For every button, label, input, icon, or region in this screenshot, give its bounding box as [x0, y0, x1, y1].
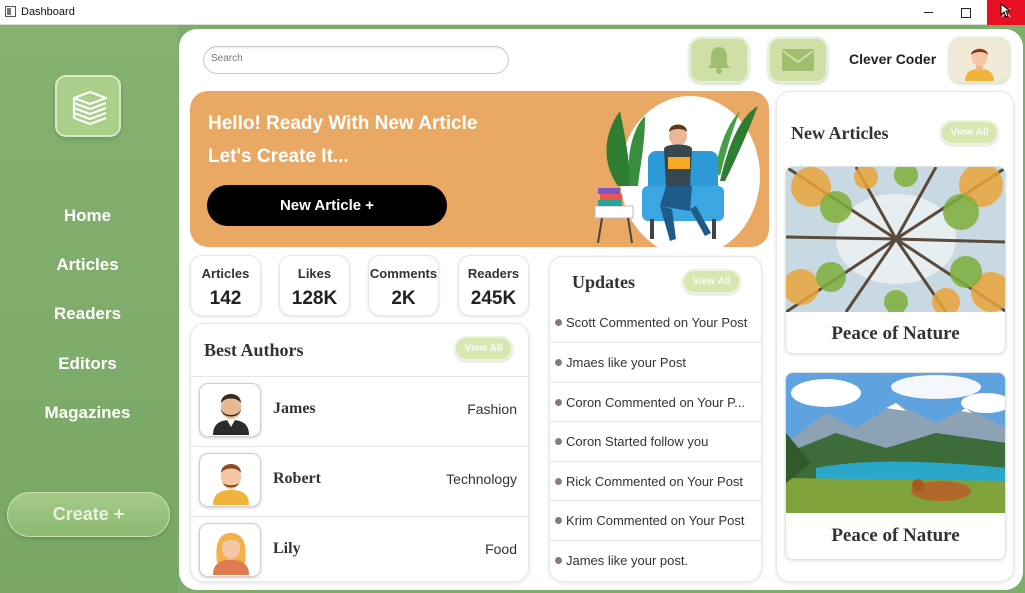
update-text: Scott Commented on Your Post — [566, 315, 748, 330]
user-avatar[interactable] — [949, 37, 1010, 83]
author-name: Lily — [273, 540, 301, 557]
bullet — [555, 359, 562, 366]
messages-button[interactable] — [768, 37, 828, 83]
author-avatar-image — [213, 464, 249, 505]
article-title: Peace of Nature — [831, 525, 960, 546]
nav-readers[interactable]: Readers — [0, 304, 175, 324]
stat-comments[interactable]: Comments 2K — [368, 255, 439, 316]
search-input[interactable] — [211, 53, 501, 64]
update-text: Coron Started follow you — [566, 434, 709, 449]
avatar — [199, 453, 261, 507]
hero-heading: Hello! Ready With New Article — [208, 113, 478, 134]
updates-view-all-button[interactable]: View All — [682, 269, 741, 294]
stat-value: 142 — [209, 288, 242, 309]
author-row[interactable]: Robert Technology — [191, 446, 528, 516]
author-row[interactable]: James Fashion — [191, 376, 528, 446]
article-title: Peace of Nature — [831, 323, 960, 344]
update-item[interactable]: Krim Commented on Your Post — [550, 500, 761, 539]
notifications-button[interactable] — [689, 37, 749, 83]
author-category: Food — [485, 541, 517, 557]
update-item[interactable]: Rick Commented on Your Post — [550, 461, 761, 500]
reading-person-illustration — [594, 96, 760, 247]
nav-articles[interactable]: Articles — [0, 255, 175, 275]
hero-banner: Hello! Ready With New Article Let's Crea… — [190, 91, 769, 247]
author-avatar-image — [213, 394, 249, 435]
bullet — [555, 399, 562, 406]
author-row[interactable]: Lily Food — [191, 516, 528, 581]
update-text: Krim Commented on Your Post — [566, 513, 745, 528]
update-item[interactable]: Coron Commented on Your P... — [550, 382, 761, 421]
stat-label: Articles — [201, 266, 250, 281]
search-box[interactable] — [203, 46, 509, 74]
maximize-button[interactable] — [946, 0, 986, 25]
nav-home[interactable]: Home — [0, 206, 175, 226]
stat-likes[interactable]: Likes 128K — [279, 255, 350, 316]
bullet — [555, 517, 562, 524]
update-text: James like your post. — [566, 553, 689, 568]
user-name: Clever Coder — [849, 51, 937, 67]
sidebar: Home Articles Readers Editors Magazines … — [0, 25, 178, 593]
article-card[interactable]: Peace of Nature — [785, 372, 1006, 560]
main-panel: Clever Coder Hello! Ready With New Artic… — [179, 29, 1023, 590]
author-category: Fashion — [467, 401, 517, 417]
stat-readers[interactable]: Readers 245K — [458, 255, 529, 316]
stacked-books-icon — [72, 90, 108, 126]
mail-icon — [782, 49, 814, 71]
bell-icon — [708, 47, 730, 74]
stat-articles[interactable]: Articles 142 — [190, 255, 261, 316]
update-item[interactable]: James like your post. — [550, 540, 761, 579]
update-item[interactable]: Jmaes like your Post — [550, 342, 761, 381]
nav-editors[interactable]: Editors — [0, 354, 175, 374]
article-card[interactable]: Peace of Nature — [785, 166, 1006, 354]
update-text: Coron Commented on Your P... — [566, 395, 745, 410]
update-item[interactable]: Scott Commented on Your Post — [550, 303, 761, 342]
articles-view-all-button[interactable]: View All — [940, 120, 999, 145]
forest-canopy-image — [786, 167, 1005, 312]
best-authors-panel: Best Authors View All James Fashion Robe… — [190, 323, 529, 582]
avatar — [199, 383, 261, 437]
new-article-button[interactable]: New Article + — [207, 185, 447, 226]
bullet — [555, 557, 562, 564]
hero-subheading: Let's Create It... — [208, 146, 349, 167]
author-name: Robert — [273, 470, 321, 487]
stat-label: Comments — [369, 266, 438, 281]
update-text: Jmaes like your Post — [566, 355, 686, 370]
best-authors-title: Best Authors — [204, 340, 304, 360]
update-item[interactable]: Coron Started follow you — [550, 421, 761, 460]
bullet — [555, 438, 562, 445]
authors-view-all-button[interactable]: View All — [454, 336, 513, 361]
stat-label: Readers — [467, 266, 520, 281]
update-text: Rick Commented on Your Post — [566, 474, 744, 489]
create-button[interactable]: Create + — [7, 492, 170, 537]
app-icon — [5, 6, 16, 17]
bullet — [555, 319, 562, 326]
stat-value: 245K — [470, 288, 517, 309]
user-avatar-image — [951, 39, 1008, 81]
mountain-lake-image — [786, 373, 1005, 513]
author-name: James — [273, 400, 316, 417]
mouse-cursor-icon — [1000, 3, 1010, 18]
nav-magazines[interactable]: Magazines — [0, 403, 175, 423]
window-title: Dashboard — [21, 6, 75, 18]
new-articles-panel: New Articles View All Peace of Nature Pe… — [776, 91, 1014, 582]
bullet — [555, 478, 562, 485]
avatar — [199, 523, 261, 577]
updates-title: Updates — [572, 272, 636, 292]
new-articles-title: New Articles — [791, 123, 889, 143]
author-category: Technology — [446, 471, 517, 487]
stat-value: 128K — [291, 288, 338, 309]
title-bar: Dashboard — [0, 0, 1025, 25]
updates-panel: Updates View All Scott Commented on Your… — [549, 256, 762, 582]
stat-value: 2K — [391, 288, 416, 309]
author-avatar-image — [213, 533, 249, 575]
logo[interactable] — [55, 75, 121, 137]
stat-label: Likes — [297, 266, 332, 281]
minimize-button[interactable] — [908, 0, 948, 25]
